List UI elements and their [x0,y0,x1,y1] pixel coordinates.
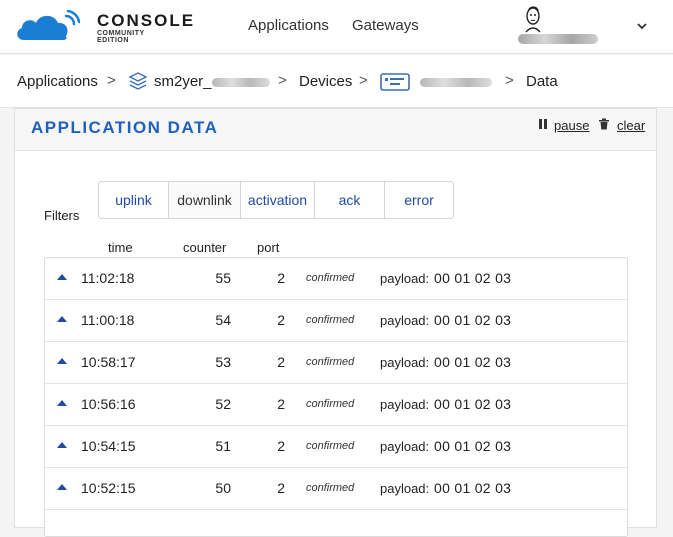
filter-uplink-button[interactable]: uplink [99,182,169,218]
breadcrumb: Applications > sm2yer_ > Devices > > Dat… [0,55,673,108]
row-confirmed: confirmed [306,272,355,284]
filter-button-group: uplink downlink activation ack error [98,181,454,219]
pause-icon[interactable] [537,118,549,130]
row-payload-label: payload: [380,439,430,454]
filters-label: Filters [44,208,80,223]
chevron-right-icon: > [278,72,287,89]
row-payload-label: payload: [380,355,430,370]
breadcrumb-devices[interactable]: Devices [299,73,352,90]
uplink-arrow-icon [57,484,67,490]
row-payload-value: 00 01 02 03 [434,396,512,412]
clear-button[interactable]: clear [617,118,645,133]
nav-applications-link[interactable]: Applications [248,17,329,34]
pause-button[interactable]: pause [554,118,589,133]
row-payload-value: 00 01 02 03 [434,270,512,286]
row-payload-label: payload: [380,397,430,412]
row-time: 10:54:15 [81,438,136,454]
row-payload-label: payload: [380,313,430,328]
uplink-arrow-icon [57,274,67,280]
breadcrumb-application-id[interactable]: sm2yer_ [154,73,212,90]
trash-icon[interactable] [598,118,610,130]
chevron-right-icon: > [505,72,514,89]
application-data-panel: APPLICATION DATA pause clear Filters upl… [14,108,657,537]
username-redacted [518,34,598,44]
brand-title: CONSOLE [97,11,196,30]
application-id-redacted [212,78,270,87]
uplink-arrow-icon [57,358,67,364]
device-icon [380,73,410,91]
column-header-counter: counter [183,240,227,255]
top-header: CONSOLE COMMUNITY EDITION Applications G… [0,0,673,54]
breadcrumb-applications[interactable]: Applications [17,73,98,90]
row-time: 11:00:18 [81,312,135,328]
row-time: 10:56:16 [81,396,136,412]
cloud-logo-icon[interactable] [14,10,80,42]
filter-activation-button[interactable]: activation [241,182,315,218]
row-time: 10:58:17 [81,354,136,370]
column-header-port: port [257,240,280,255]
device-id-redacted[interactable] [420,78,492,87]
row-port: 2 [277,396,285,412]
row-port: 2 [277,480,285,496]
row-payload-label: payload: [380,271,430,286]
filter-error-button[interactable]: error [385,182,453,218]
user-avatar-icon[interactable] [520,4,546,34]
chevron-down-icon[interactable] [636,20,648,32]
panel-title: APPLICATION DATA [31,118,219,137]
column-header-time: time [108,240,133,255]
row-port: 2 [277,270,285,286]
table-row[interactable]: 10:58:17 53 2 confirmed payload: 00 01 0… [45,342,627,384]
uplink-arrow-icon [57,442,67,448]
row-payload-value: 00 01 02 03 [434,312,512,328]
row-counter: 50 [215,480,231,496]
row-payload-value: 00 01 02 03 [434,438,512,454]
panel-header: APPLICATION DATA pause clear [15,109,656,151]
nav-gateways-link[interactable]: Gateways [352,17,419,34]
breadcrumb-data: Data [526,73,558,90]
brand-sub-edition: EDITION [97,37,129,44]
filter-downlink-button[interactable]: downlink [169,182,241,218]
row-time: 10:52:15 [81,480,136,496]
table-row[interactable]: 11:00:18 54 2 confirmed payload: 00 01 0… [45,300,627,342]
row-confirmed: confirmed [306,314,355,326]
row-counter: 54 [215,312,231,328]
uplink-arrow-icon [57,316,67,322]
chevron-right-icon: > [359,72,368,89]
data-table: 11:02:18 55 2 confirmed payload: 00 01 0… [44,257,628,537]
chevron-right-icon: > [107,72,116,89]
table-row[interactable]: 10:56:16 52 2 confirmed payload: 00 01 0… [45,384,627,426]
table-row[interactable]: 10:52:15 50 2 confirmed payload: 00 01 0… [45,468,627,510]
row-confirmed: confirmed [306,398,355,410]
layers-icon [128,72,148,90]
table-row[interactable]: 11:02:18 55 2 confirmed payload: 00 01 0… [45,258,627,300]
row-payload-label: payload: [380,481,430,496]
uplink-arrow-icon [57,400,67,406]
brand-logo-text[interactable]: CONSOLE COMMUNITY EDITION [97,11,196,45]
row-port: 2 [277,312,285,328]
row-confirmed: confirmed [306,482,355,494]
row-confirmed: confirmed [306,356,355,368]
brand-sub-community: COMMUNITY [97,30,145,37]
row-time: 11:02:18 [81,270,135,286]
row-payload-value: 00 01 02 03 [434,480,512,496]
row-counter: 52 [215,396,231,412]
row-port: 2 [277,354,285,370]
row-counter: 55 [215,270,231,286]
row-counter: 51 [215,438,231,454]
row-payload-value: 00 01 02 03 [434,354,512,370]
row-port: 2 [277,438,285,454]
filter-ack-button[interactable]: ack [315,182,385,218]
row-counter: 53 [215,354,231,370]
row-confirmed: confirmed [306,440,355,452]
table-row[interactable]: 10:54:15 51 2 confirmed payload: 00 01 0… [45,426,627,468]
